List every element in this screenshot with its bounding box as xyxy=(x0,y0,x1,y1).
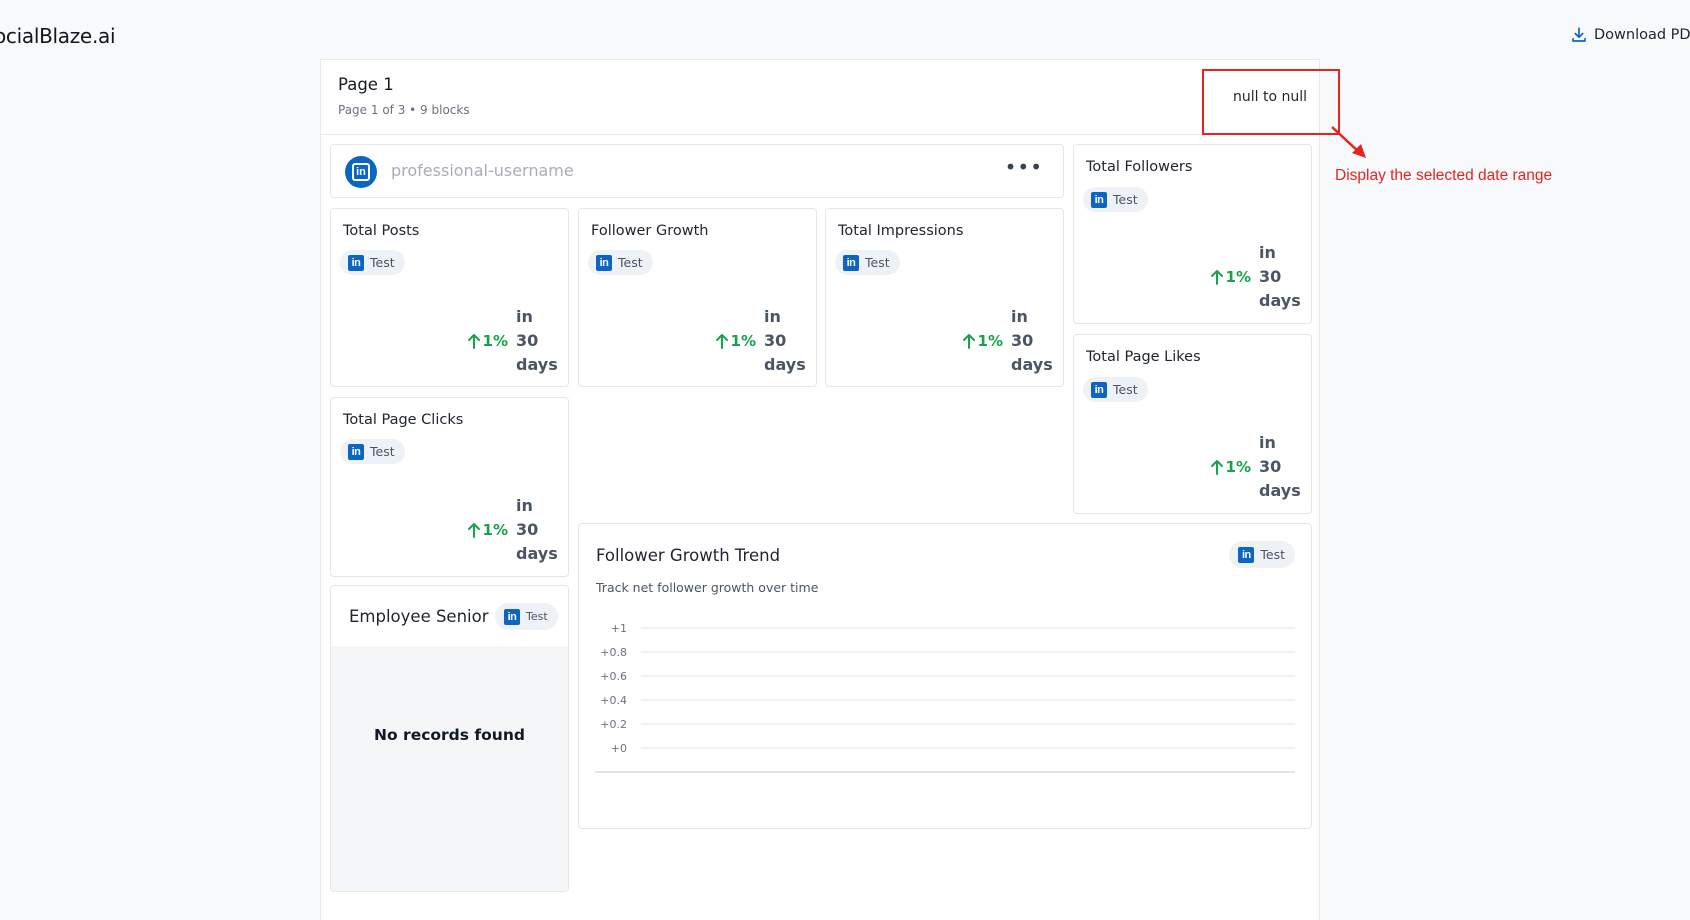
metric-change: 1% xyxy=(962,332,1003,350)
employee-list: No records found xyxy=(331,646,568,891)
arrow-up-icon xyxy=(715,334,728,349)
profile-bar: in professional-username ••• xyxy=(330,144,1064,198)
chip-label: Test xyxy=(370,444,395,459)
linkedin-icon: in xyxy=(596,254,612,271)
metric-stat: 1% in 30 days xyxy=(715,305,808,377)
employee-senior-card: Employee Senior in Test No records found xyxy=(330,585,569,892)
download-pdf-button[interactable]: Download PD xyxy=(1570,26,1690,44)
metric-change-value: 1% xyxy=(730,332,756,350)
metric-change-value: 1% xyxy=(1225,268,1251,286)
platform-chip: in Test xyxy=(340,439,405,464)
metric-stat: 1% in 30 days xyxy=(1210,431,1303,503)
metric-change-value: 1% xyxy=(977,332,1003,350)
y-tick-label: +0.4 xyxy=(600,694,627,707)
annotation-text: Display the selected date range xyxy=(1335,167,1553,184)
metric-change-value: 1% xyxy=(482,332,508,350)
chip-label: Test xyxy=(1113,382,1138,397)
page-subtitle: Page 1 of 3 • 9 blocks xyxy=(338,103,470,117)
metric-change-value: 1% xyxy=(482,521,508,539)
metric-card-total-page-likes: Total Page Likes in Test 1% in 30 days xyxy=(1073,334,1312,514)
linkedin-icon: in xyxy=(348,254,364,271)
metric-stat: 1% in 30 days xyxy=(467,305,560,377)
y-tick-label: +0 xyxy=(611,742,627,755)
chip-label: Test xyxy=(1113,192,1138,207)
chip-label: Test xyxy=(865,255,890,270)
arrow-up-icon xyxy=(1210,270,1223,285)
profile-username: professional-username xyxy=(391,161,574,180)
metric-card-total-posts: Total Posts in Test 1% in 30 days xyxy=(330,208,569,387)
platform-chip: in Test xyxy=(340,250,405,275)
metric-period: in 30 days xyxy=(764,307,806,374)
metric-title: Follower Growth xyxy=(591,223,709,239)
metric-card-follower-growth: Follower Growth in Test 1% in 30 days xyxy=(578,208,817,387)
metric-change: 1% xyxy=(467,521,508,539)
metric-period: in 30 days xyxy=(1011,307,1053,374)
y-tick-label: +0.2 xyxy=(600,718,627,731)
download-icon xyxy=(1572,27,1586,42)
arrow-up-icon xyxy=(467,334,480,349)
page-header xyxy=(321,60,1319,135)
follower-growth-chart: +1 +0.8 +0.6 +0.4 +0.2 +0 xyxy=(595,622,1295,773)
metric-period: in 30 days xyxy=(1259,433,1301,500)
platform-chip: in Test xyxy=(1083,187,1148,212)
platform-chip: in Test xyxy=(835,250,900,275)
y-tick-label: +1 xyxy=(611,622,627,635)
platform-chip: in Test xyxy=(495,603,558,630)
linkedin-icon: in xyxy=(1091,191,1107,208)
y-tick-label: +0.6 xyxy=(600,670,627,683)
platform-chip: in Test xyxy=(588,250,653,275)
arrow-up-icon xyxy=(962,334,975,349)
annotation-arrow-icon xyxy=(1331,126,1366,158)
metric-change: 1% xyxy=(1210,268,1251,286)
linkedin-icon: in xyxy=(348,443,364,460)
linkedin-icon: in xyxy=(843,254,859,271)
metric-card-total-page-clicks: Total Page Clicks in Test 1% in 30 days xyxy=(330,397,569,577)
metric-stat: 1% in 30 days xyxy=(467,494,560,566)
download-label: Download PD xyxy=(1594,27,1690,43)
annotation-box xyxy=(1202,69,1340,135)
metric-stat: 1% in 30 days xyxy=(1210,241,1303,313)
metric-change: 1% xyxy=(1210,458,1251,476)
arrow-up-icon xyxy=(1210,460,1223,475)
arrow-up-icon xyxy=(467,523,480,538)
chip-label: Test xyxy=(526,610,548,623)
chip-label: Test xyxy=(618,255,643,270)
metric-title: Total Page Clicks xyxy=(343,412,464,428)
empty-state-text: No records found xyxy=(374,726,525,744)
page-title: Page 1 xyxy=(338,75,394,94)
linkedin-icon: in xyxy=(1091,381,1107,398)
metric-title: Total Impressions xyxy=(838,223,964,239)
metric-stat: 1% in 30 days xyxy=(962,305,1055,377)
metric-card-total-impressions: Total Impressions in Test 1% in 30 days xyxy=(825,208,1064,387)
employee-title: Employee Senior xyxy=(349,607,489,626)
linkedin-icon: in xyxy=(504,608,520,625)
linkedin-icon: in xyxy=(345,156,377,188)
more-options-icon[interactable]: ••• xyxy=(1005,155,1043,179)
follower-growth-trend-card: Follower Growth Trend Track net follower… xyxy=(578,523,1312,829)
metric-title: Total Page Likes xyxy=(1086,349,1201,365)
metric-change: 1% xyxy=(715,332,756,350)
metric-change: 1% xyxy=(467,332,508,350)
app-logo: ocialBlaze.ai xyxy=(0,24,116,48)
platform-chip: in Test xyxy=(1083,377,1148,402)
metric-card-total-followers: Total Followers in Test 1% in 30 days xyxy=(1073,144,1312,324)
chip-label: Test xyxy=(370,255,395,270)
metric-title: Total Followers xyxy=(1086,159,1193,175)
metric-period: in 30 days xyxy=(1259,243,1301,310)
metric-period: in 30 days xyxy=(516,307,558,374)
metric-change-value: 1% xyxy=(1225,458,1251,476)
metric-title: Total Posts xyxy=(343,223,420,239)
y-tick-label: +0.8 xyxy=(600,646,627,659)
metric-period: in 30 days xyxy=(516,496,558,563)
